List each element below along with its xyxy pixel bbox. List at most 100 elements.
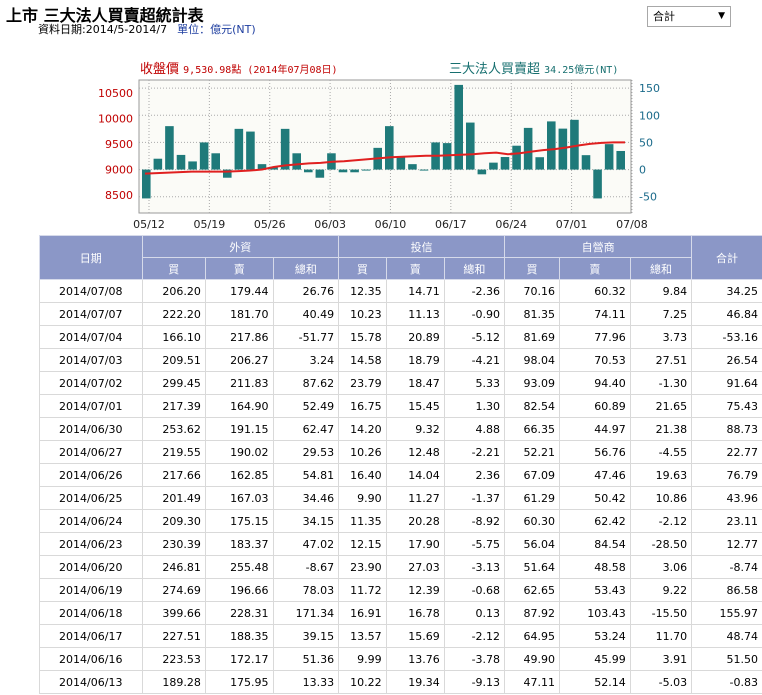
- cell-value: 9.90: [338, 486, 387, 510]
- cell-value: 15.69: [385, 624, 445, 648]
- cell-value: 43.96: [691, 486, 762, 510]
- cell-date: 2014/07/03: [39, 348, 143, 372]
- cell-value: -2.21: [443, 440, 506, 464]
- cell-value: 181.70: [204, 302, 274, 326]
- cell-value: 21.38: [629, 417, 693, 441]
- header-dealer: 自營商: [504, 235, 693, 258]
- cell-value: 0.13: [443, 601, 506, 625]
- cell-value: 81.69: [504, 325, 560, 349]
- cell-value: 167.03: [204, 486, 274, 510]
- cell-value: 45.99: [559, 647, 631, 671]
- table-row: 2014/06/26 217.66 162.85 54.81 16.40 14.04 2.3…: [39, 463, 762, 487]
- x-axis-tick: 06/10: [375, 218, 407, 231]
- right-axis-tick: 150: [639, 82, 660, 95]
- bar: [454, 84, 463, 170]
- cell-value: 15.78: [338, 325, 387, 349]
- cell-value: 81.35: [504, 302, 560, 326]
- bar: [211, 153, 220, 170]
- cell-value: -0.68: [443, 578, 506, 602]
- cell-value: 62.42: [559, 509, 631, 533]
- cell-value: 219.55: [141, 440, 206, 464]
- cell-value: -28.50: [629, 532, 693, 556]
- bar: [604, 144, 614, 170]
- header-dealer-buy: 買: [504, 257, 560, 280]
- cell-value: 53.43: [559, 578, 631, 602]
- cell-value: 9.84: [629, 279, 693, 303]
- cell-value: 171.34: [272, 601, 340, 625]
- cell-value: 67.09: [504, 463, 560, 487]
- cell-value: 47.46: [559, 463, 631, 487]
- cell-date: 2014/07/04: [39, 325, 143, 349]
- cell-value: 217.66: [141, 463, 206, 487]
- cell-value: 52.14: [559, 670, 631, 694]
- cell-value: 179.44: [204, 279, 274, 303]
- cell-date: 2014/06/30: [39, 417, 143, 441]
- cell-value: 12.77: [691, 532, 762, 556]
- cell-value: 56.04: [504, 532, 560, 556]
- cell-value: 19.34: [385, 670, 445, 694]
- cell-date: 2014/06/19: [39, 578, 143, 602]
- cell-value: 23.79: [338, 371, 387, 395]
- cell-value: 16.75: [338, 394, 387, 418]
- cell-value: 51.50: [691, 647, 762, 671]
- cell-value: 2.36: [443, 463, 506, 487]
- cell-value: 211.83: [204, 371, 274, 395]
- cell-value: 21.65: [629, 394, 693, 418]
- table-row: 2014/07/03 209.51 206.27 3.24 14.58 18.79 -4.2…: [39, 348, 762, 372]
- table-row: 2014/07/07 222.20 181.70 40.49 10.23 11.13 -0.…: [39, 302, 762, 326]
- cell-value: 164.90: [204, 394, 274, 418]
- table-row: 2014/06/19 274.69 196.66 78.03 11.72 12.39 -0.…: [39, 578, 762, 602]
- cell-value: 20.28: [385, 509, 445, 533]
- cell-value: 209.30: [141, 509, 206, 533]
- cell-value: 13.57: [338, 624, 387, 648]
- bar: [535, 157, 544, 170]
- cell-value: 86.58: [691, 578, 762, 602]
- table-row: 2014/06/13 189.28 175.95 13.33 10.22 19.34 -9.…: [39, 670, 762, 694]
- cell-value: 22.77: [691, 440, 762, 464]
- bar: [489, 162, 498, 170]
- cell-value: 17.90: [385, 532, 445, 556]
- header-dealer-sell: 賣: [559, 257, 631, 280]
- cell-value: 9.32: [385, 417, 445, 441]
- cell-value: 253.62: [141, 417, 206, 441]
- cell-value: -5.75: [443, 532, 506, 556]
- cell-value: 5.33: [443, 371, 506, 395]
- cell-value: 12.35: [338, 279, 387, 303]
- cell-value: 191.15: [204, 417, 274, 441]
- cell-value: 53.24: [559, 624, 631, 648]
- cell-value: 14.71: [385, 279, 445, 303]
- cell-value: 98.04: [504, 348, 560, 372]
- bar: [477, 169, 487, 175]
- header-trust-buy: 買: [338, 257, 387, 280]
- cell-value: -0.90: [443, 302, 506, 326]
- left-axis-tick: 9500: [105, 138, 133, 151]
- cell-value: 13.33: [272, 670, 340, 694]
- cell-value: 16.91: [338, 601, 387, 625]
- cell-value: -8.67: [272, 555, 340, 579]
- cell-value: -53.16: [691, 325, 762, 349]
- cell-date: 2014/07/07: [39, 302, 143, 326]
- right-axis-tick: 0: [639, 164, 646, 177]
- cell-value: 87.92: [504, 601, 560, 625]
- cell-value: 14.20: [338, 417, 387, 441]
- cell-value: 162.85: [204, 463, 274, 487]
- bar: [176, 154, 186, 170]
- cell-value: 14.04: [385, 463, 445, 487]
- cell-value: 188.35: [204, 624, 274, 648]
- cell-value: 11.70: [629, 624, 693, 648]
- cell-value: 196.66: [204, 578, 274, 602]
- cell-value: 190.02: [204, 440, 274, 464]
- right-axis-tick: 50: [639, 136, 653, 149]
- cell-value: 60.30: [504, 509, 560, 533]
- cell-date: 2014/06/27: [39, 440, 143, 464]
- bar: [547, 121, 556, 170]
- cell-value: 166.10: [141, 325, 206, 349]
- cell-value: 48.58: [559, 555, 631, 579]
- cell-value: 23.11: [691, 509, 762, 533]
- cell-value: -5.12: [443, 325, 506, 349]
- cell-value: 29.53: [272, 440, 340, 464]
- cell-value: 82.54: [504, 394, 560, 418]
- cell-value: 77.96: [559, 325, 631, 349]
- cell-value: 34.25: [691, 279, 762, 303]
- cell-value: 74.11: [559, 302, 631, 326]
